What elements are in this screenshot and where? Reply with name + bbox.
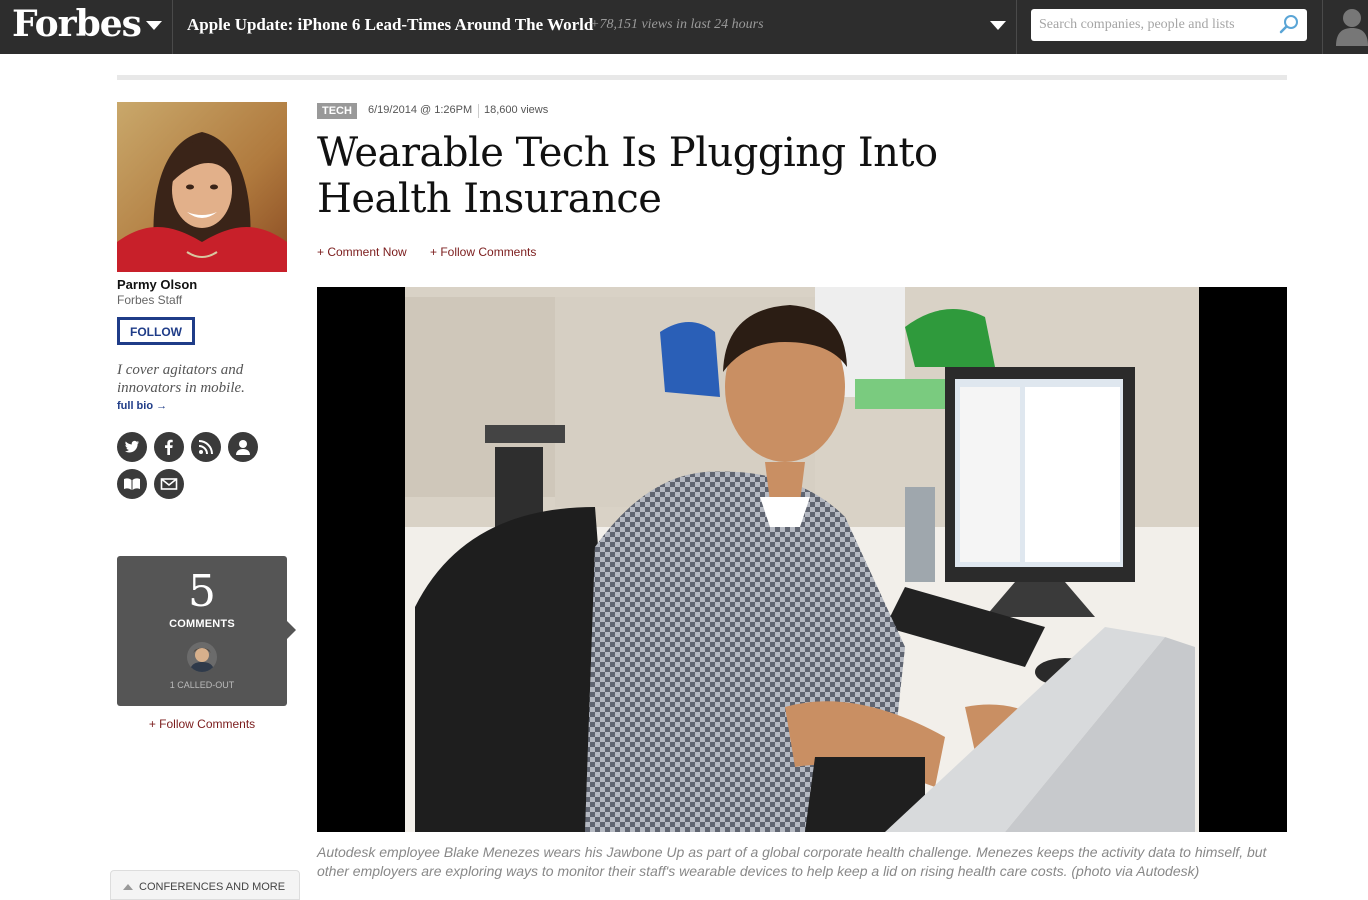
comments-label: COMMENTS	[169, 618, 235, 630]
email-icon[interactable]	[154, 469, 184, 499]
author-bio: I cover agitators and innovators in mobi…	[117, 362, 245, 396]
follow-comments-link-sidebar[interactable]: + Follow Comments	[117, 717, 287, 731]
commenter-avatar[interactable]	[187, 642, 217, 672]
comment-count-box[interactable]: 5 COMMENTS 1 CALLED-OUT	[117, 556, 287, 706]
twitter-icon[interactable]	[117, 432, 147, 462]
top-navigation-bar: Forbes Apple Update: iPhone 6 Lead-Times…	[0, 0, 1368, 54]
chevron-up-icon	[123, 884, 133, 890]
publish-date: 6/19/2014 @ 1:26PM	[368, 104, 473, 116]
author-name[interactable]: Parmy Olson	[117, 277, 197, 292]
header-rule	[117, 75, 1287, 80]
conferences-tab-label: CONFERENCES AND MORE	[139, 881, 286, 893]
trending-headline-link[interactable]: Apple Update: iPhone 6 Lead-Times Around…	[187, 15, 593, 35]
comment-count: 5	[188, 566, 216, 617]
comment-now-link[interactable]: + Comment Now	[317, 245, 407, 259]
nav-divider	[1322, 0, 1323, 54]
category-tag[interactable]: TECH	[317, 103, 357, 119]
article-hero-image[interactable]	[317, 287, 1287, 832]
author-photo[interactable]	[117, 102, 287, 272]
article-title: Wearable Tech Is Plugging Into Health In…	[317, 130, 938, 222]
search-input[interactable]	[1031, 9, 1307, 41]
conferences-tab[interactable]: CONFERENCES AND MORE	[110, 870, 300, 900]
nav-divider	[1016, 0, 1017, 54]
meta-divider	[478, 104, 479, 118]
user-account-icon[interactable]	[1335, 6, 1368, 46]
trending-views-count: +78,151 views in last 24 hours	[590, 17, 764, 32]
called-out-count: 1 CALLED-OUT	[169, 680, 235, 690]
book-icon[interactable]	[117, 469, 147, 499]
facebook-icon[interactable]	[154, 432, 184, 462]
hero-image-caption: Autodesk employee Blake Menezes wears hi…	[317, 844, 1267, 879]
search-icon[interactable]	[1279, 14, 1299, 34]
trending-chevron-down-icon[interactable]	[990, 21, 1006, 30]
rss-icon[interactable]	[191, 432, 221, 462]
comment-box-pointer	[287, 621, 296, 639]
menu-chevron-down-icon[interactable]	[146, 21, 162, 30]
follow-author-button[interactable]: FOLLOW	[117, 317, 195, 345]
nav-divider	[172, 0, 173, 54]
follow-comments-link[interactable]: + Follow Comments	[430, 245, 536, 259]
forbes-logo[interactable]: Forbes	[12, 3, 142, 45]
author-role: Forbes Staff	[117, 293, 183, 307]
full-bio-link[interactable]: full bio →	[117, 400, 167, 412]
profile-icon[interactable]	[228, 432, 258, 462]
view-count: 18,600 views	[484, 104, 549, 116]
